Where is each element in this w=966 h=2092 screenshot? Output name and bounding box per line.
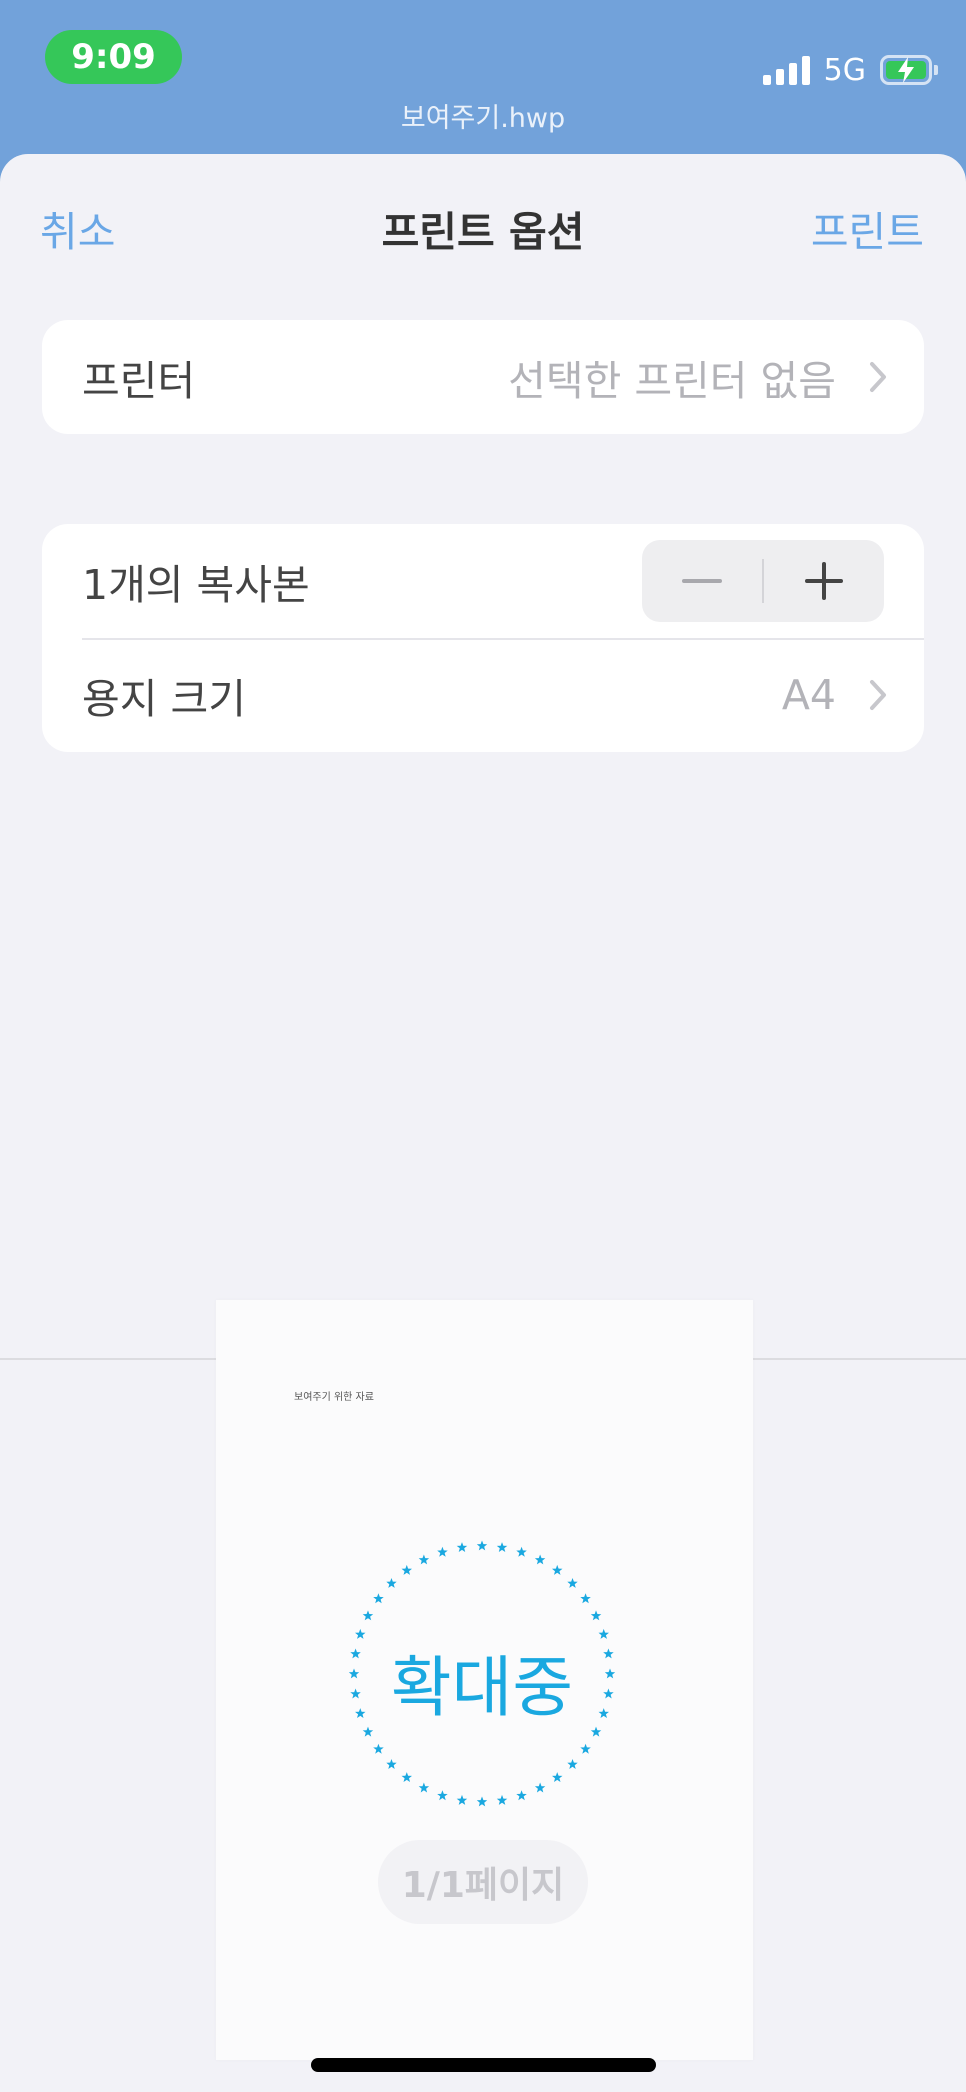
chevron-right-icon [870,362,886,392]
copies-label: 1개의 복사본 [82,561,310,609]
print-preview-page[interactable]: 보여주기 위한 자료 확대중 [216,1300,753,2060]
options-group: 1개의 복사본 용지 크기 A4 [42,524,924,752]
home-indicator [311,2058,656,2072]
star-mark [567,1759,578,1769]
increment-button[interactable] [764,540,884,622]
cellular-signal-icon [762,55,810,85]
star-mark [496,1794,508,1805]
star-mark [516,1790,527,1801]
star-mark [456,1542,468,1552]
star-mark [476,1796,488,1807]
navigation-bar: 취소 프린트 옵션 프린트 [0,154,966,294]
star-mark [476,1540,488,1551]
star-mark [552,1772,563,1782]
star-mark [496,1542,508,1552]
document-name: 보여주기.hwp [400,103,566,134]
zoom-stamp: 확대중 [342,1534,622,1814]
star-mark [418,1554,430,1565]
status-icons: 5G [762,50,938,90]
star-mark [590,1610,602,1621]
paper-size-row[interactable]: 용지 크기 A4 [42,638,924,752]
paper-size-value: A4 [781,671,836,719]
printer-value: 선택한 프린터 없음 [508,357,836,405]
star-mark [456,1794,468,1805]
star-mark [534,1782,546,1793]
star-mark [373,1743,384,1754]
page-header-text: 보여주기 위한 자료 [294,1392,374,1403]
star-mark [567,1578,578,1588]
network-type: 5G [823,52,866,88]
status-bar: 9:09 5G 보여주기.hwp [0,0,966,160]
star-mark [552,1564,563,1575]
star-mark [373,1593,384,1604]
print-button[interactable]: 프린트 [811,198,924,258]
star-mark [437,1546,448,1557]
status-time: 9:09 [45,30,182,84]
copies-row: 1개의 복사본 [42,524,924,638]
copies-stepper [642,540,884,622]
printer-group: 프린터 선택한 프린터 없음 [42,320,924,434]
paper-size-label: 용지 크기 [82,675,246,723]
stamp-text: 확대중 [390,1649,574,1726]
star-mark [418,1782,430,1793]
star-mark [516,1546,527,1557]
minus-icon [682,579,722,583]
star-mark [580,1743,591,1754]
printer-label: 프린터 [82,357,196,405]
printer-row[interactable]: 프린터 선택한 프린터 없음 [42,320,924,434]
star-mark [534,1554,546,1565]
star-mark [386,1578,397,1588]
star-mark [580,1593,591,1604]
star-mark [401,1772,412,1782]
battery-charging-icon [880,55,938,85]
star-mark [401,1564,412,1575]
star-mark [362,1610,374,1621]
page-indicator: 1/1페이지 [378,1840,588,1924]
star-mark [386,1759,397,1769]
chevron-right-icon [870,680,886,710]
plus-icon [805,562,843,600]
star-mark [437,1790,448,1801]
decrement-button[interactable] [642,540,762,622]
